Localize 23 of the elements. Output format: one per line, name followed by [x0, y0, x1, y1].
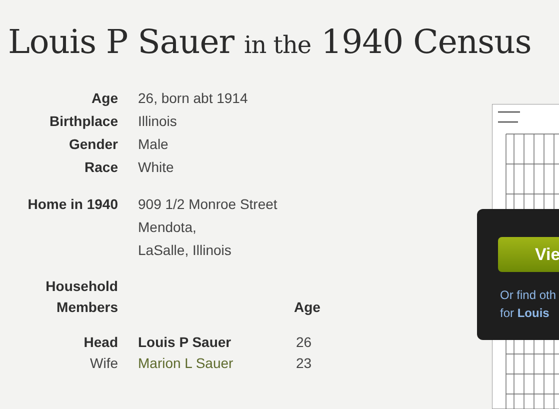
fact-label: Home in 1940 — [26, 195, 118, 214]
fact-value: LaSalle, Illinois — [138, 241, 232, 260]
member-age: 26 — [295, 333, 313, 352]
member-name: Louis P Sauer — [138, 333, 232, 352]
household-label: Household Members — [44, 277, 118, 317]
fact-label: Age — [90, 89, 118, 108]
fact-value: 909 1/2 Monroe Street — [138, 195, 278, 214]
fact-label: Race — [84, 158, 118, 177]
age-header: Age — [294, 298, 320, 317]
page-title: Louis P Sauer in the 1940 Census — [7, 21, 532, 61]
member-age: 23 — [295, 354, 313, 373]
fact-value: White — [138, 158, 175, 177]
fact-label: Birthplace — [48, 112, 118, 131]
relation-label: Wife — [89, 354, 118, 373]
fact-label: Gender — [68, 135, 118, 154]
find-text: Or find oth — [500, 287, 558, 304]
member-name[interactable]: Marion L Sauer — [138, 353, 274, 374]
fact-value: Male — [138, 135, 170, 154]
fact-value: Illinois — [138, 112, 178, 131]
relation-label: Head — [82, 333, 118, 352]
fact-value: Mendota, — [138, 218, 198, 237]
find-text: for Louis — [500, 305, 550, 322]
fact-value: 26, born abt 1914 — [138, 89, 249, 108]
